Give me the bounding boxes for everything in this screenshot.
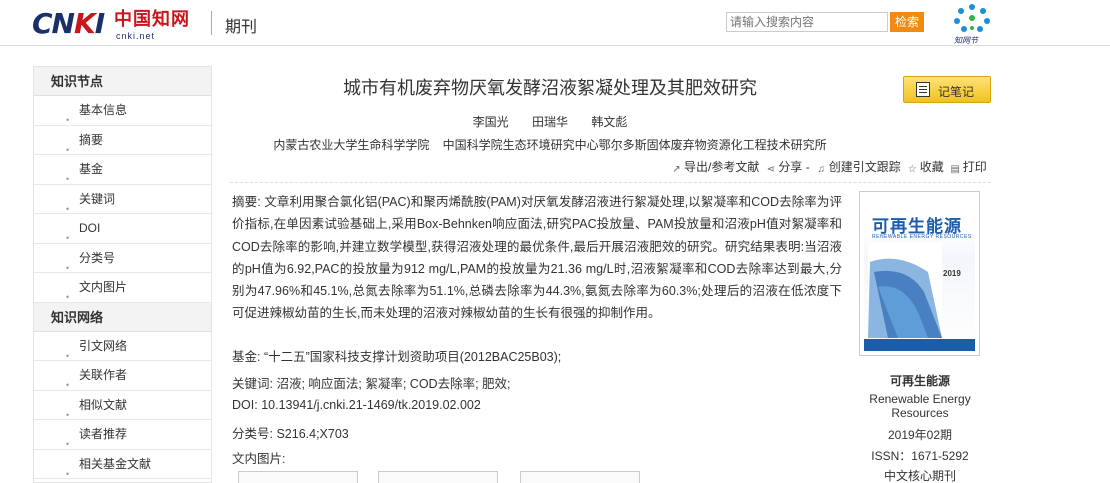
sidebar-item-fund[interactable]: • 基金 [34,155,211,185]
bell-icon: ♫ [817,164,825,175]
cover-subtitle: RENEWABLE ENERGY RESOURCES [872,234,972,240]
organization-list: 内蒙古农业大学生命科学学院 中国科学院生态环境研究中心鄂尔多斯固体废弃物资源化工… [230,136,870,153]
abstract-label: 摘要: [232,195,261,209]
share-button[interactable]: ⋖ 分享 - [765,158,810,175]
star-icon: ☆ [907,164,917,175]
organization-link[interactable]: 中国科学院生态环境研究中心鄂尔多斯固体废弃物资源化工程技术研究所 [443,138,827,152]
organization-link[interactable]: 内蒙古农业大学生命科学学院 [273,138,429,152]
sidebar-item-label: 读者推荐 [79,427,128,441]
figures-label: 文内图片: [232,452,286,466]
classification-value: S216.4;X703 [276,427,349,441]
figure-thumbnail[interactable] [520,471,640,483]
sidebar-item-label: 文内图片 [79,280,128,294]
citation-tracking-button[interactable]: ♫ 创建引文跟踪 [816,158,901,175]
article-title: 城市有机废弃物厌氧发酵沼液絮凝处理及其肥效研究 [343,78,757,98]
figures-row: 文内图片: [232,448,285,467]
bullet-icon: • [66,468,70,479]
sidebar-item-label: 分类号 [79,250,116,265]
article-toolbar: ↗ 导出/参考文献 ⋖ 分享 - ♫ 创建引文跟踪 ☆ 收藏 ▤ 打印 [671,158,993,176]
sidebar-item-related-authors[interactable]: • 关联作者 [34,361,211,391]
sidebar-item-similar-docs[interactable]: • 相似文献 [34,391,211,420]
doi-label: DOI: [232,398,258,412]
divider [230,182,991,183]
knowledge-sidebar: 知识节点 • 基本信息 • 摘要 • 基金 • 关键词 • DOI • 分类号 • 文内图片 … [33,66,212,483]
keywords-label: 关键词: [232,377,273,391]
fund-label: 基金: [232,350,261,364]
print-button[interactable]: ▤ 打印 [950,158,987,175]
journal-cover-image: 可再生能源 RENEWABLE ENERGY RESOURCES 2019 [864,196,975,351]
take-note-button[interactable]: 记笔记 [903,76,991,103]
sidebar-item-label: 引文网络 [79,338,128,353]
fund-link[interactable]: “十二五”国家科技支撑计划资助项目(2012BAC25B03); [264,350,561,364]
sidebar-item-label: 相关基金文献 [79,456,152,471]
sidebar-item-abstract[interactable]: • 摘要 [34,126,211,155]
figure-thumbnail[interactable] [378,471,498,483]
journal-issue[interactable]: 2019年02期 [858,426,982,443]
notebook-icon [916,82,930,97]
author-link[interactable]: 田瑞华 [532,115,568,129]
author-link[interactable]: 李国光 [473,115,509,129]
journal-cover[interactable]: 可再生能源 RENEWABLE ENERGY RESOURCES 2019 [859,191,980,356]
classification-row: 分类号: S216.4;X703 [232,423,349,442]
sidebar-item-basic-info[interactable]: • 基本信息 [34,96,211,126]
classification-label: 分类号: [232,427,273,441]
bullet-icon: • [66,292,70,302]
site-header: CNKI 中国知网 cnki.net 期刊 检索 知网节 [0,0,1110,46]
keywords-links[interactable]: 沼液; 响应面法; 絮凝率; COD去除率; 肥效; [276,377,510,391]
author-list: 李国光 田瑞华 韩文彪 [230,113,870,130]
doi-value: 10.13941/j.cnki.21-1469/tk.2019.02.002 [261,398,481,412]
logo-url: cnki.net [116,31,156,41]
track-label: 创建引文跟踪 [828,160,901,174]
section-title: 期刊 [225,19,258,36]
sidebar-item-doi[interactable]: • DOI [34,214,211,244]
sidebar-item-classification[interactable]: • 分类号 [34,244,211,273]
take-note-label: 记笔记 [938,85,975,99]
sidebar-item-label: 关联作者 [79,368,128,382]
abstract-text: 文章利用聚合氯化铝(PAC)和聚丙烯酰胺(PAM)对厌氧发酵沼液进行絮凝处理,以… [232,195,842,321]
cover-year: 2019 [943,269,961,278]
logo-chinese: 中国知网 [114,9,190,30]
sidebar-item-label: 相似文献 [79,397,128,412]
sidebar-item-citation-network[interactable]: • 引文网络 [34,332,211,361]
sidebar-item-figures[interactable]: • 文内图片 [34,273,211,303]
journal-name-en: Renewable Energy Resources [869,392,971,420]
cover-art-icon [868,242,942,338]
journal-issn: ISSN：1671-5292 [871,449,969,463]
sidebar-item-related-fund-docs[interactable]: • 相关基金文献 [34,450,211,479]
journal-core-badge: 中文核心期刊 [883,469,956,483]
chevron-down-icon: - [802,160,810,174]
sidebar-item-keywords[interactable]: • 关键词 [34,185,211,214]
header-divider [211,11,212,35]
abstract-block: 摘要: 文章利用聚合氯化铝(PAC)和聚丙烯酰胺(PAM)对厌氧发酵沼液进行絮凝… [232,191,842,325]
sidebar-item-label: 基本信息 [79,103,128,117]
share-icon: ⋖ [766,164,776,175]
search-input[interactable] [726,12,888,32]
sidebar-item-label: 基金 [79,162,104,176]
favorite-button[interactable]: ☆ 收藏 [907,158,944,175]
sidebar-section-knowledge-network: 知识网络 [34,302,211,332]
doi-row: DOI: 10.13941/j.cnki.21-1469/tk.2019.02.… [232,398,481,412]
export-label: 导出/参考文献 [684,160,760,174]
sidebar-item-label: DOI [79,221,101,235]
share-label: 分享 [778,160,803,174]
print-label: 打印 [962,160,987,174]
author-link[interactable]: 韩文彪 [591,115,627,129]
logo-wordmark: CNKI [32,7,105,40]
figure-thumbnail[interactable] [238,471,358,483]
journal-name[interactable]: 可再生能源 [858,372,982,389]
search-button[interactable]: 检索 [890,12,924,32]
cnki-logo[interactable]: CNKI 中国知网 cnki.net [32,9,202,43]
sidebar-item-reader-recommend[interactable]: • 读者推荐 [34,420,211,450]
zhiwang-label: 知网节 [954,36,978,45]
export-icon: ↗ [672,164,681,175]
printer-icon: ▤ [950,164,960,175]
sidebar-item-label: 关键词 [79,191,116,206]
sidebar-section-knowledge-nodes: 知识节点 [34,67,211,96]
favorite-label: 收藏 [919,160,944,174]
keywords-row: 关键词: 沼液; 响应面法; 絮凝率; COD去除率; 肥效; [232,373,511,392]
fund-row: 基金: “十二五”国家科技支撑计划资助项目(2012BAC25B03); [232,346,561,365]
cover-footer-bar [864,339,975,351]
export-references-button[interactable]: ↗ 导出/参考文献 [671,158,759,175]
sidebar-item-label: 摘要 [79,132,104,147]
